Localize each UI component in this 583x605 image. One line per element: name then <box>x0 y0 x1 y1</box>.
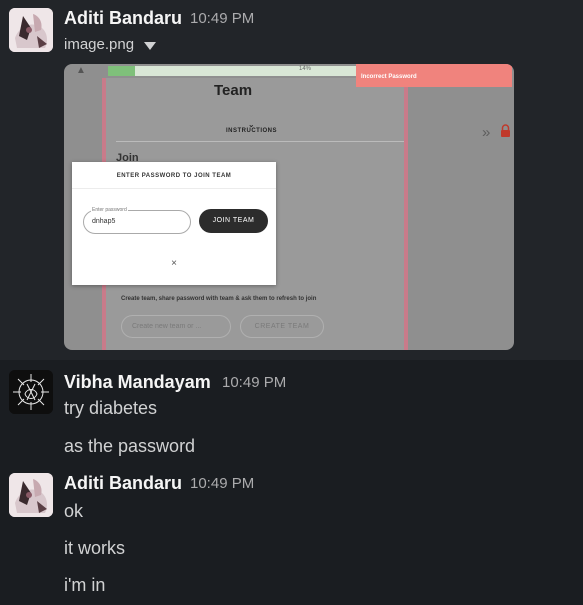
create-team-button: CREATE TEAM <box>240 315 324 338</box>
close-icon: × <box>171 258 177 269</box>
right-divider <box>404 78 408 350</box>
password-modal: ENTER PASSWORD TO JOIN TEAM Enter passwo… <box>72 162 276 285</box>
progress-label: 14% <box>299 66 312 72</box>
attachment-filename[interactable]: image.png <box>64 36 134 53</box>
avatar[interactable] <box>9 473 53 517</box>
password-field-label: Enter password <box>91 207 128 213</box>
message-timestamp[interactable]: 10:49 PM <box>222 374 286 391</box>
message-text: ok <box>64 501 84 521</box>
message-vibha[interactable]: Vibha Mandayam 10:49 PM try diabetes as … <box>0 360 583 465</box>
attachment-header: image.png <box>64 36 157 53</box>
message-text: it works <box>64 538 126 558</box>
cat-photo-avatar-icon <box>9 473 53 517</box>
lock-icon <box>501 124 510 137</box>
password-field-value: dnhap5 <box>92 218 116 225</box>
instructions-label: ⌄ INSTRUCTIONS <box>226 121 277 135</box>
author-name[interactable]: Aditi Bandaru <box>64 8 182 29</box>
divider <box>116 141 404 142</box>
message-aditi-image[interactable]: Aditi Bandaru 10:49 PM image.png 14% ▲ T… <box>0 0 583 360</box>
chevron-down-icon[interactable] <box>144 41 157 50</box>
error-toast: Incorrect Password <box>356 64 512 87</box>
message-text: as the password <box>64 436 196 456</box>
modal-title: ENTER PASSWORD TO JOIN TEAM <box>116 173 232 179</box>
instructions-text: INSTRUCTIONS <box>226 128 277 134</box>
rocket-icon: ▲ <box>76 65 86 76</box>
author-name[interactable]: Aditi Bandaru <box>64 473 182 494</box>
modal-divider <box>72 188 276 189</box>
double-chevron-icon: » <box>482 124 491 141</box>
message-text: try diabetes <box>64 398 158 418</box>
abstract-sketch-avatar-icon <box>9 370 53 414</box>
cat-photo-avatar-icon <box>9 8 53 52</box>
avatar[interactable] <box>9 370 53 414</box>
message-timestamp[interactable]: 10:49 PM <box>190 475 254 492</box>
message-timestamp[interactable]: 10:49 PM <box>190 10 254 27</box>
message-aditi-text[interactable]: Aditi Bandaru 10:49 PM ok it works i'm i… <box>0 465 583 605</box>
create-team-instructions: Create team, share password with team & … <box>121 296 317 302</box>
author-name[interactable]: Vibha Mandayam <box>64 372 211 393</box>
avatar[interactable] <box>9 8 53 52</box>
join-team-button: JOIN TEAM <box>199 209 268 233</box>
progress-fill <box>108 66 136 76</box>
team-title: Team <box>214 82 253 99</box>
message-text: i'm in <box>64 575 106 595</box>
create-team-input: Create new team or ... <box>121 315 231 338</box>
image-attachment[interactable]: 14% ▲ Team ⌄ INSTRUCTIONS Join Incorrect… <box>64 64 514 350</box>
